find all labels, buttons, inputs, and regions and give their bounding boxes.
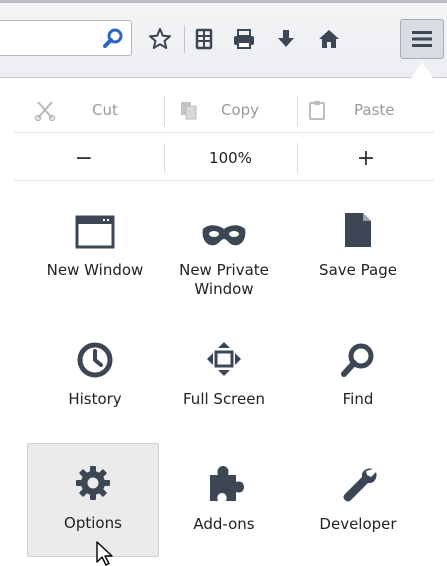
full-screen-button[interactable]: Full Screen xyxy=(158,320,290,434)
bookmark-star-icon xyxy=(149,28,171,49)
history-button[interactable]: History xyxy=(29,320,161,434)
puzzle-piece-icon xyxy=(210,466,244,501)
divider xyxy=(14,132,434,133)
copy-label: Copy xyxy=(221,101,260,119)
clock-icon xyxy=(77,342,113,378)
copy-icon xyxy=(181,102,197,120)
new-private-window-button[interactable]: New Private Window xyxy=(158,191,290,305)
zoom-controls: − 100% + xyxy=(0,139,447,177)
panel-arrow xyxy=(411,62,433,78)
add-ons-button[interactable]: Add-ons xyxy=(158,445,290,559)
save-page-button[interactable]: Save Page xyxy=(292,191,424,305)
zoom-reset-button[interactable]: 100% xyxy=(164,139,297,177)
reading-list-icon xyxy=(195,28,213,50)
open-menu-button[interactable] xyxy=(400,19,444,59)
download-icon xyxy=(278,30,294,47)
full-screen-label: Full Screen xyxy=(183,390,265,408)
private-mask-icon xyxy=(202,225,246,246)
find-label: Find xyxy=(342,390,374,408)
options-label: Options xyxy=(64,514,122,532)
copy-button[interactable]: Copy xyxy=(179,90,259,130)
save-page-label: Save Page xyxy=(319,261,397,279)
edit-controls: Cut Copy Paste xyxy=(0,90,447,130)
zoom-in-button[interactable]: + xyxy=(316,139,416,177)
developer-button[interactable]: Developer xyxy=(292,445,424,559)
navigation-toolbar xyxy=(0,0,447,78)
developer-label: Developer xyxy=(319,515,397,533)
save-page-icon xyxy=(345,213,371,247)
gear-icon xyxy=(76,466,110,500)
zoom-separator xyxy=(297,143,298,173)
print-button[interactable] xyxy=(227,22,261,56)
download-button[interactable] xyxy=(269,22,303,56)
full-screen-icon xyxy=(207,342,241,376)
print-icon xyxy=(234,29,254,49)
reading-list-button[interactable] xyxy=(187,22,221,56)
history-label: History xyxy=(68,390,122,408)
toolbar-separator xyxy=(184,25,185,53)
divider xyxy=(14,180,434,181)
find-button[interactable]: Find xyxy=(292,320,424,434)
new-window-label: New Window xyxy=(46,261,144,279)
magnifier-icon xyxy=(341,343,374,377)
window-icon xyxy=(75,215,115,249)
bookmark-star-button[interactable] xyxy=(143,22,177,56)
cut-button[interactable]: Cut xyxy=(34,90,118,130)
scissors-icon xyxy=(34,101,56,121)
new-private-window-label: New Private Window xyxy=(179,261,269,298)
paste-button[interactable]: Paste xyxy=(308,90,395,130)
edit-separator xyxy=(164,96,165,126)
wrench-icon xyxy=(343,468,377,502)
search-box[interactable] xyxy=(0,20,132,56)
home-button[interactable] xyxy=(312,22,346,56)
new-window-button[interactable]: New Window xyxy=(29,191,161,305)
zoom-out-button[interactable]: − xyxy=(34,139,134,177)
clipboard-icon xyxy=(309,101,325,120)
magnifier-icon[interactable] xyxy=(102,27,124,49)
hamburger-menu-icon xyxy=(412,31,432,47)
home-icon xyxy=(319,30,339,48)
cut-label: Cut xyxy=(92,101,118,119)
add-ons-label: Add-ons xyxy=(193,515,255,533)
edit-separator xyxy=(297,96,298,126)
options-button[interactable]: Options xyxy=(27,443,159,557)
paste-label: Paste xyxy=(354,101,395,119)
mouse-cursor-icon xyxy=(96,541,113,566)
